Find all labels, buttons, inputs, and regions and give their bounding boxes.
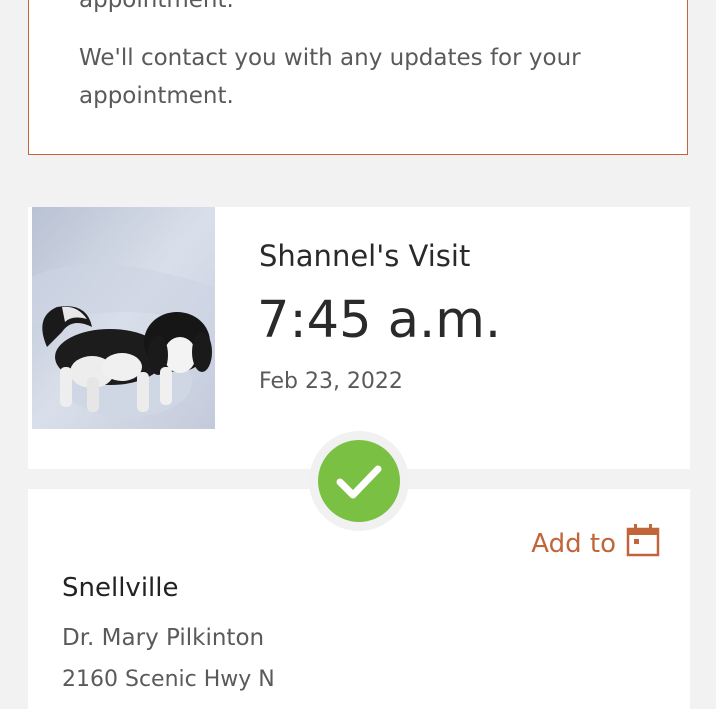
add-to-calendar-button[interactable]: Add to [531,523,660,564]
location-name: Snellville [62,573,179,603]
calendar-icon [626,523,660,564]
check-icon [318,440,400,522]
visit-title: Shannel's Visit [259,239,471,273]
notice-text-line2: We'll contact you with any updates for y… [79,45,581,109]
pet-photo-image [32,207,215,429]
notice-text-line1: appointment. [79,0,234,13]
address-line: 2160 Scenic Hwy N [62,667,275,692]
pet-photo [32,207,215,429]
appointment-notice-card: appointment. We'll contact you with any … [28,0,688,155]
visit-card: Shannel's Visit 7:45 a.m. Feb 23, 2022 [28,207,690,469]
confirmed-status-badge [309,431,409,531]
visit-date: Feb 23, 2022 [259,369,403,394]
visit-time: 7:45 a.m. [257,291,502,350]
add-to-label: Add to [531,528,616,559]
doctor-name: Dr. Mary Pilkinton [62,625,265,651]
